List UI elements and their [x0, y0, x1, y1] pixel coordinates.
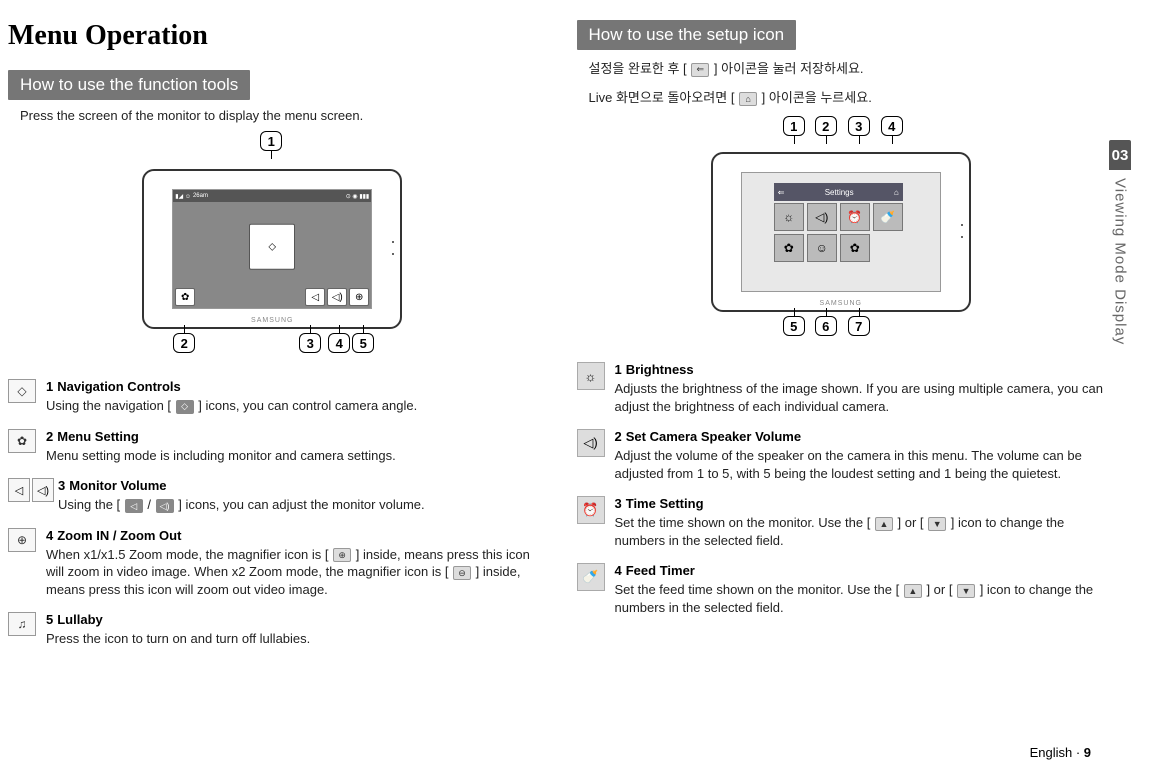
- navigation-controls-icon: ◇: [8, 379, 36, 403]
- feed-timer-setting-icon: 🍼: [873, 203, 903, 231]
- callout-3: 3: [299, 333, 321, 353]
- item-title-menu-setting: Menu Setting: [57, 429, 139, 444]
- camera-speaker-desc: Adjust the volume of the speaker on the …: [615, 447, 1106, 482]
- zoom-out-inline-icon: ⊖: [453, 566, 471, 580]
- item-title-camera-speaker: Set Camera Speaker Volume: [626, 429, 801, 444]
- feed-timer-desc: Set the feed time shown on the monitor. …: [615, 581, 1106, 616]
- setup-intro-1: 설정을 완료한 후 [ ⇐ ] 아이콘을 눌러 저장하세요.: [589, 58, 1106, 77]
- callout-5: 5: [352, 333, 374, 353]
- callout-bottom-6: 6: [815, 316, 837, 336]
- setting-7-icon: ✿: [840, 234, 870, 262]
- callout-bottom-5: 5: [783, 316, 805, 336]
- item-title-feed-timer: Feed Timer: [626, 563, 695, 578]
- callout-2: 2: [173, 333, 195, 353]
- function-tools-intro: Press the screen of the monitor to displ…: [20, 108, 537, 123]
- callout-1: 1: [260, 131, 282, 151]
- menu-setting-icon: ✿: [175, 288, 195, 306]
- zoom-magnifier-icon: ⊕: [8, 528, 36, 552]
- side-heading: Viewing Mode Display: [1112, 178, 1129, 345]
- time-setting-desc: Set the time shown on the monitor. Use t…: [615, 514, 1106, 549]
- down-chevron-icon: ▼: [928, 517, 946, 531]
- volume-down-icon: ◁: [305, 288, 325, 306]
- vol-up-inline-icon: ◁): [156, 499, 174, 513]
- status-bar: ▮◢ ☺26am⊙ ◉ ▮▮▮: [173, 190, 371, 202]
- back-icon: ⇐: [778, 188, 785, 197]
- setting-5-icon: ✿: [774, 234, 804, 262]
- volume-minus-icon: ◁: [8, 478, 30, 502]
- setting-6-icon: ☺: [807, 234, 837, 262]
- samsung-logo-right: SAMSUNG: [820, 300, 862, 307]
- brightness-setting-icon: ☼: [774, 203, 804, 231]
- monitor-volume-icons: ◁ ◁): [8, 478, 58, 502]
- back-arrow-inline-icon: ⇐: [691, 63, 709, 77]
- item-title-zoom: Zoom IN / Zoom Out: [57, 528, 181, 543]
- menu-setting-gear-icon: ✿: [8, 429, 36, 453]
- up-chevron-icon-2: ▲: [904, 584, 922, 598]
- callout-bottom-7: 7: [848, 316, 870, 336]
- page-title: Menu Operation: [8, 20, 537, 52]
- setup-intro-2: Live 화면으로 돌아오려면 [ ⌂ ] 아이콘을 누르세요.: [589, 87, 1106, 106]
- item-title-monitor-volume: Monitor Volume: [69, 478, 166, 493]
- home-icon: ⌂: [894, 188, 899, 197]
- item-title-time-setting: Time Setting: [626, 496, 704, 511]
- callout-4: 4: [328, 333, 350, 353]
- item-title-brightness: Brightness: [626, 362, 694, 377]
- callout-top-4: 4: [881, 116, 903, 136]
- brightness-item-icon: ☼: [577, 362, 605, 390]
- speaker-volume-setting-icon: ◁): [807, 203, 837, 231]
- vol-down-inline-icon: ◁: [125, 499, 143, 513]
- section-header-function-tools: How to use the function tools: [8, 70, 250, 100]
- lullaby-desc: Press the icon to turn on and turn off l…: [46, 630, 537, 648]
- volume-up-icon: ◁): [327, 288, 347, 306]
- nav-pad-icon: ◇: [249, 224, 295, 270]
- navigation-desc: Using the navigation [ ◇ ] icons, you ca…: [46, 397, 537, 415]
- monitor-device-illustration: ▮◢ ☺26am⊙ ◉ ▮▮▮ ◇ ✿ ◁ ◁) ⊕ SAMSUNG: [142, 169, 402, 329]
- home-inline-icon: ⌂: [739, 92, 757, 106]
- zoom-desc: When x1/x1.5 Zoom mode, the magnifier ic…: [46, 546, 537, 599]
- time-setting-icon: ⏰: [840, 203, 870, 231]
- page-footer: English · 9: [1030, 745, 1091, 760]
- nav-inline-icon: ◇: [176, 400, 194, 414]
- callout-top-2: 2: [815, 116, 837, 136]
- chapter-number: 03: [1109, 140, 1131, 170]
- zoom-in-inline-icon: ⊕: [333, 548, 351, 562]
- volume-plus-icon: ◁): [32, 478, 54, 502]
- time-setting-item-icon: ⏰: [577, 496, 605, 524]
- samsung-logo: SAMSUNG: [251, 317, 293, 324]
- item-title-lullaby: Lullaby: [57, 612, 103, 627]
- brightness-desc: Adjusts the brightness of the image show…: [615, 380, 1106, 415]
- camera-speaker-item-icon: ◁): [577, 429, 605, 457]
- up-chevron-icon: ▲: [875, 517, 893, 531]
- menu-setting-desc: Menu setting mode is including monitor a…: [46, 447, 537, 465]
- lullaby-music-icon: ♫: [8, 612, 36, 636]
- callout-top-1: 1: [783, 116, 805, 136]
- item-title-navigation: Navigation Controls: [57, 379, 181, 394]
- down-chevron-icon-2: ▼: [957, 584, 975, 598]
- zoom-icon: ⊕: [349, 288, 369, 306]
- feed-timer-item-icon: 🍼: [577, 563, 605, 591]
- monitor-volume-desc: Using the [ ◁ / ◁) ] icons, you can adju…: [58, 496, 537, 514]
- settings-device-illustration: ⇐ Settings ⌂ ☼ ◁) ⏰ 🍼 ✿ ☺ ✿ SAMSUNG: [711, 152, 971, 312]
- callout-top-3: 3: [848, 116, 870, 136]
- section-header-setup-icon: How to use the setup icon: [577, 20, 797, 50]
- settings-label: Settings: [825, 188, 854, 197]
